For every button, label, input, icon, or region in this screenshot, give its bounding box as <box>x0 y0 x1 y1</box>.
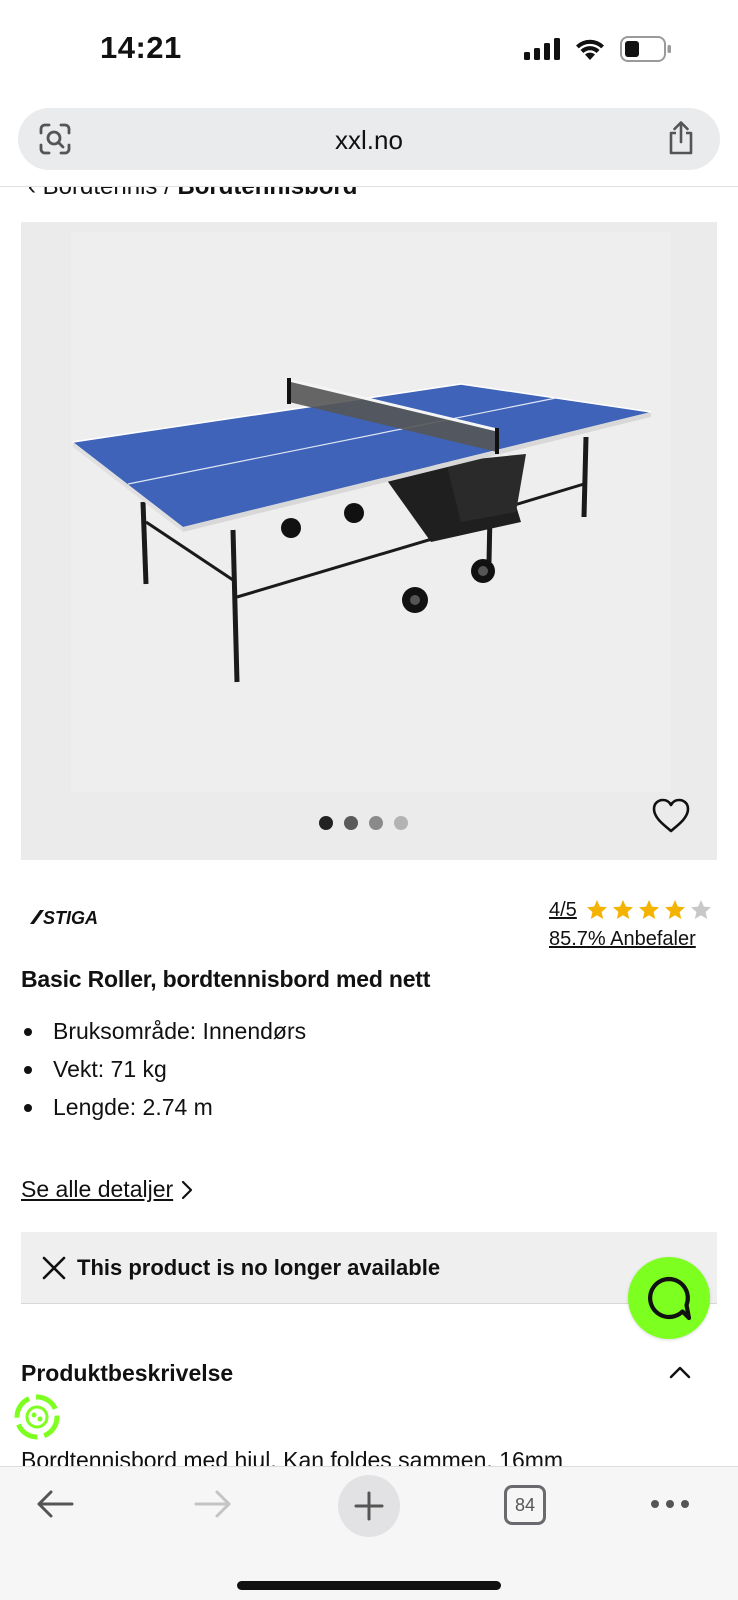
status-icons <box>524 36 672 62</box>
rating-line[interactable]: 4/5 <box>549 898 721 922</box>
cellular-signal-icon <box>524 38 560 60</box>
forward-arrow-icon <box>194 1490 231 1518</box>
description-text: Bordtennisbord med hjul. Kan foldes samm… <box>21 1450 564 1466</box>
gallery-dot-1[interactable] <box>319 816 333 830</box>
see-all-details-link[interactable]: Se alle detaljer <box>21 1176 193 1203</box>
browser-toolbar: 84 <box>0 1466 738 1600</box>
back-arrow-icon <box>37 1490 74 1518</box>
spec-item: Lengde: 2.74 m <box>21 1092 306 1130</box>
description-heading-container: Produktbeskrivelse <box>0 1360 738 1400</box>
chat-button[interactable] <box>628 1257 710 1339</box>
breadcrumb-back-icon[interactable]: ‹ <box>28 187 36 200</box>
battery-icon <box>620 36 671 62</box>
gallery-pagination <box>319 816 408 830</box>
gallery-dot-4[interactable] <box>394 816 408 830</box>
breadcrumb-current: Bordtennisbord <box>177 187 357 200</box>
loyalty-badge[interactable] <box>12 1392 62 1447</box>
star-empty-icon <box>690 900 711 919</box>
brand-logo-text: STIGA <box>43 908 98 928</box>
rating-block[interactable]: 4/5 85.7% Anbefaler <box>549 898 721 951</box>
url-text[interactable]: xxl.no <box>18 125 720 156</box>
spec-item: Bruksområde: Innendørs <box>21 1016 306 1054</box>
description-text-container: Bordtennisbord med hjul. Kan foldes samm… <box>0 1450 738 1466</box>
chevron-right-icon <box>182 1180 193 1199</box>
gallery-dot-2[interactable] <box>344 816 358 830</box>
rating-stars <box>585 898 713 922</box>
description-heading[interactable]: Produktbeskrivelse <box>21 1360 233 1387</box>
close-icon <box>42 1256 66 1279</box>
home-indicator <box>237 1581 501 1590</box>
status-bar: 14:21 <box>0 0 738 100</box>
star-icon <box>638 900 659 919</box>
chevron-up-icon[interactable] <box>668 1364 692 1385</box>
product-image-gallery[interactable] <box>21 222 717 860</box>
unavailable-text: This product is no longer available <box>77 1254 441 1280</box>
address-bar[interactable]: xxl.no <box>18 108 720 170</box>
breadcrumb: ‹ Bordtennis / Bordtennisbord <box>28 187 357 201</box>
unavailable-banner: This product is no longer available <box>21 1232 717 1304</box>
more-button[interactable] <box>645 1467 695 1541</box>
product-title: Basic Roller, bordtennisbord med nett <box>21 966 431 992</box>
more-icon <box>651 1500 689 1508</box>
product-specs: Bruksområde: Innendørs Vekt: 71 kg Lengd… <box>21 1016 306 1130</box>
heart-icon[interactable] <box>651 798 691 839</box>
breadcrumb-separator: / <box>164 187 171 200</box>
product-image <box>21 222 717 860</box>
recommend-percentage[interactable]: 85.7% Anbefaler <box>549 928 721 951</box>
tabs-button[interactable]: 84 <box>504 1485 546 1525</box>
chat-icon <box>648 1276 692 1321</box>
breadcrumb-container: ‹ Bordtennis / Bordtennisbord <box>0 187 738 209</box>
recycle-badge-icon <box>14 1394 60 1440</box>
star-icon <box>586 900 607 919</box>
plus-icon <box>354 1491 384 1521</box>
forward-button[interactable] <box>178 1467 248 1541</box>
back-button[interactable] <box>20 1467 90 1541</box>
wifi-icon <box>576 39 604 60</box>
share-icon[interactable] <box>666 120 696 161</box>
brand-logo[interactable]: STIGA <box>28 906 100 933</box>
star-icon <box>664 900 685 919</box>
spec-item: Vekt: 71 kg <box>21 1054 306 1092</box>
status-time: 14:21 <box>100 30 182 65</box>
see-all-details-label: Se alle detaljer <box>21 1176 174 1202</box>
rating-value[interactable]: 4/5 <box>549 899 577 922</box>
star-icon <box>612 900 633 919</box>
breadcrumb-parent-link[interactable]: Bordtennis <box>43 187 158 200</box>
gallery-dot-3[interactable] <box>369 816 383 830</box>
new-tab-button[interactable] <box>338 1475 400 1537</box>
